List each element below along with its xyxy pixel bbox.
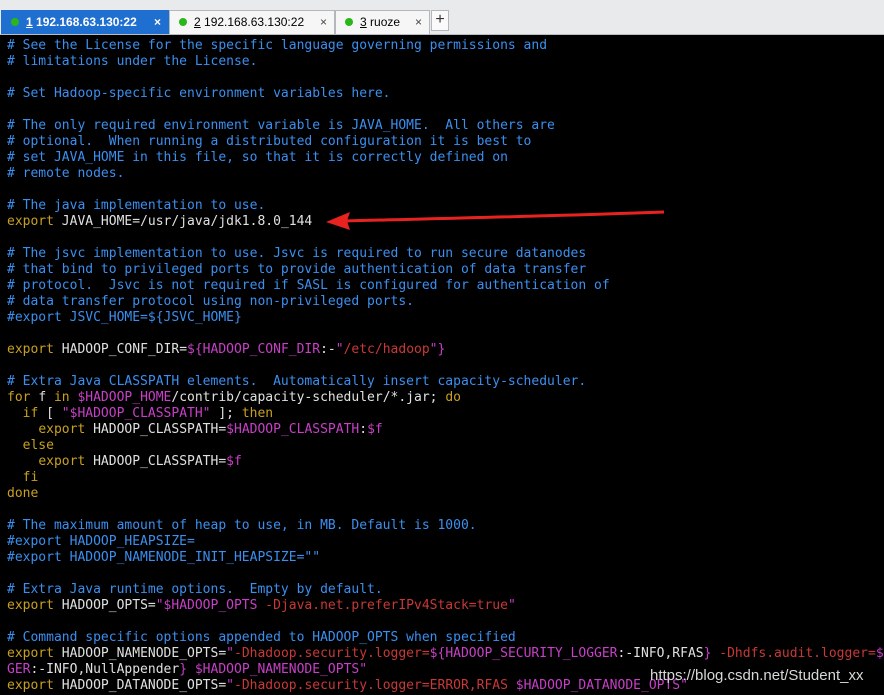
watermark-url: https://blog.csdn.net/Student_xx [650,667,864,684]
annotation-arrow-icon [326,210,665,230]
